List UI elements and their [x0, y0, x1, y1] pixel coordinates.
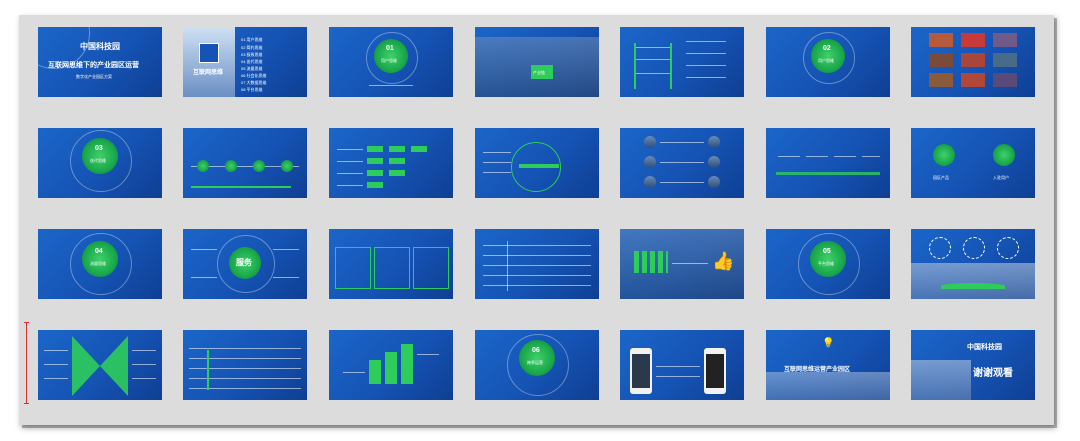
slide-thumb-25[interactable]: 06 跨界运营 25	[475, 330, 599, 414]
slide-thumb-11[interactable]: 11	[475, 128, 599, 212]
slide-thumb-12[interactable]: 12	[620, 128, 744, 212]
slide-2-item: 03 极致思维	[241, 52, 263, 57]
slide-7-canvas	[911, 27, 1035, 97]
slide-thumb-9[interactable]: 9	[183, 128, 307, 212]
slide-1-canvas: 中国科技园 互联网思维下的产业园区运营 数字化产业园区方案	[38, 27, 162, 97]
slide-thumb-13[interactable]: 13	[766, 128, 890, 212]
slide-25-badge-label: 跨界运营	[527, 360, 543, 365]
slide-19-canvas: 👍	[620, 229, 744, 299]
slide-27-canvas: 💡 互联网思维运营产业园区	[766, 330, 890, 400]
slide-15-badge-label: 流量思维	[90, 261, 106, 266]
slide-5-canvas	[620, 27, 744, 97]
slide-14-label-users: 入驻用户	[993, 175, 1009, 180]
slide-thumb-2[interactable]: 互联网思维 01 用户思维 02 简约思维 03 极致思维 04 迭代思维 05…	[183, 27, 307, 111]
slide-thumb-28[interactable]: 中国科技园 谢谢观看 28	[911, 330, 1035, 414]
slide-2-item: 05 流量思维	[241, 66, 263, 71]
slide-28-canvas: 中国科技园 谢谢观看	[911, 330, 1035, 400]
slide-1-title: 互联网思维下的产业园区运营	[48, 62, 139, 69]
slide-3-badge: 01	[386, 45, 394, 52]
slide-thumb-19[interactable]: 👍 19	[620, 229, 744, 313]
slide-12-canvas	[620, 128, 744, 198]
slide-thumb-7[interactable]: 7	[911, 27, 1035, 111]
slide-6-badge-label: 用户思维	[818, 58, 834, 63]
slide-thumb-26[interactable]: 26	[620, 330, 744, 414]
slide-thumb-22[interactable]: 22	[38, 330, 162, 414]
slide-28-title: 谢谢观看	[973, 368, 1013, 379]
slide-6-badge: 02	[823, 45, 831, 52]
slide-thumb-8[interactable]: 03 迭代思维 8	[38, 128, 162, 212]
slide-28-logo: 中国科技园	[967, 344, 1002, 351]
slide-thumb-1[interactable]: 中国科技园 互联网思维下的产业园区运营 数字化产业园区方案 1	[38, 27, 162, 111]
slide-1-subtitle: 数字化产业园区方案	[76, 74, 112, 79]
slide-24-canvas	[329, 330, 453, 400]
slide-8-badge-label: 迭代思维	[90, 158, 106, 163]
slide-thumb-23[interactable]: 23	[183, 330, 307, 414]
slide-4-label: 产业链	[533, 70, 545, 75]
insertion-marker	[24, 322, 29, 404]
slide-25-canvas: 06 跨界运营	[475, 330, 599, 400]
slide-15-canvas: 04 流量思维	[38, 229, 162, 299]
slide-thumb-5[interactable]: 5	[620, 27, 744, 111]
slide-16-canvas: 服务	[183, 229, 307, 299]
slide-2-title: 互联网思维	[193, 70, 224, 76]
slide-thumb-16[interactable]: 服务 16	[183, 229, 307, 313]
thumbs-up-icon: 👍	[712, 251, 735, 271]
slide-25-badge: 06	[532, 347, 540, 354]
slide-15-badge: 04	[95, 248, 103, 255]
slide-22-canvas	[38, 330, 162, 400]
lightbulb-icon: 💡	[822, 338, 835, 349]
people-group-icon	[634, 251, 668, 273]
slide-thumb-6[interactable]: 02 用户思维 6	[766, 27, 890, 111]
slide-thumb-18[interactable]: 18	[475, 229, 599, 313]
slide-2-item: 06 社会化思维	[241, 73, 267, 78]
slide-2-item: 02 简约思维	[241, 45, 263, 50]
slide-2-item: 08 平台思维	[241, 87, 263, 92]
slide-4-canvas: 产业链	[475, 27, 599, 97]
slide-14-canvas: 园区产品 入驻用户	[911, 128, 1035, 198]
slide-9-canvas	[183, 128, 307, 198]
slide-3-canvas: 01 用户思维	[329, 27, 453, 97]
slide-thumb-20[interactable]: 05 平台思维 20	[766, 229, 890, 313]
slide-1-logo: 中国科技园	[80, 42, 120, 51]
slide-thumb-27[interactable]: 💡 互联网思维运营产业园区 27	[766, 330, 890, 414]
slide-thumb-10[interactable]: 10	[329, 128, 453, 212]
slide-8-badge: 03	[95, 145, 103, 152]
slide-8-canvas: 03 迭代思维	[38, 128, 162, 198]
slide-14-label-products: 园区产品	[933, 175, 949, 180]
slide-20-badge-label: 平台思维	[818, 261, 834, 266]
slide-11-canvas	[475, 128, 599, 198]
slide-17-canvas	[329, 229, 453, 299]
slide-thumb-24[interactable]: 24	[329, 330, 453, 414]
slide-2-canvas: 互联网思维 01 用户思维 02 简约思维 03 极致思维 04 迭代思维 05…	[183, 27, 307, 97]
slide-6-canvas: 02 用户思维	[766, 27, 890, 97]
slide-thumb-3[interactable]: 01 用户思维 3	[329, 27, 453, 111]
slide-2-item: 01 用户思维	[241, 37, 263, 42]
slide-27-title: 互联网思维运营产业园区	[784, 367, 851, 373]
slide-18-canvas	[475, 229, 599, 299]
slide-thumb-14[interactable]: 园区产品 入驻用户 14	[911, 128, 1035, 212]
slide-3-badge-label: 用户思维	[381, 58, 397, 63]
slide-2-logo-icon	[199, 43, 219, 63]
slide-23-canvas	[183, 330, 307, 400]
slide-20-canvas: 05 平台思维	[766, 229, 890, 299]
slide-2-item: 07 大数据思维	[241, 80, 267, 85]
slide-thumb-21[interactable]: 21	[911, 229, 1035, 313]
slide-21-canvas	[911, 229, 1035, 299]
slide-thumb-15[interactable]: 04 流量思维 15	[38, 229, 162, 313]
slide-10-canvas	[329, 128, 453, 198]
slide-thumb-17[interactable]: 17	[329, 229, 453, 313]
slide-20-badge: 05	[823, 248, 831, 255]
slide-16-center: 服务	[236, 258, 252, 267]
slide-2-item: 04 迭代思维	[241, 59, 263, 64]
slide-thumb-4[interactable]: 产业链 4	[475, 27, 599, 111]
slide-13-canvas	[766, 128, 890, 198]
slide-26-canvas	[620, 330, 744, 400]
